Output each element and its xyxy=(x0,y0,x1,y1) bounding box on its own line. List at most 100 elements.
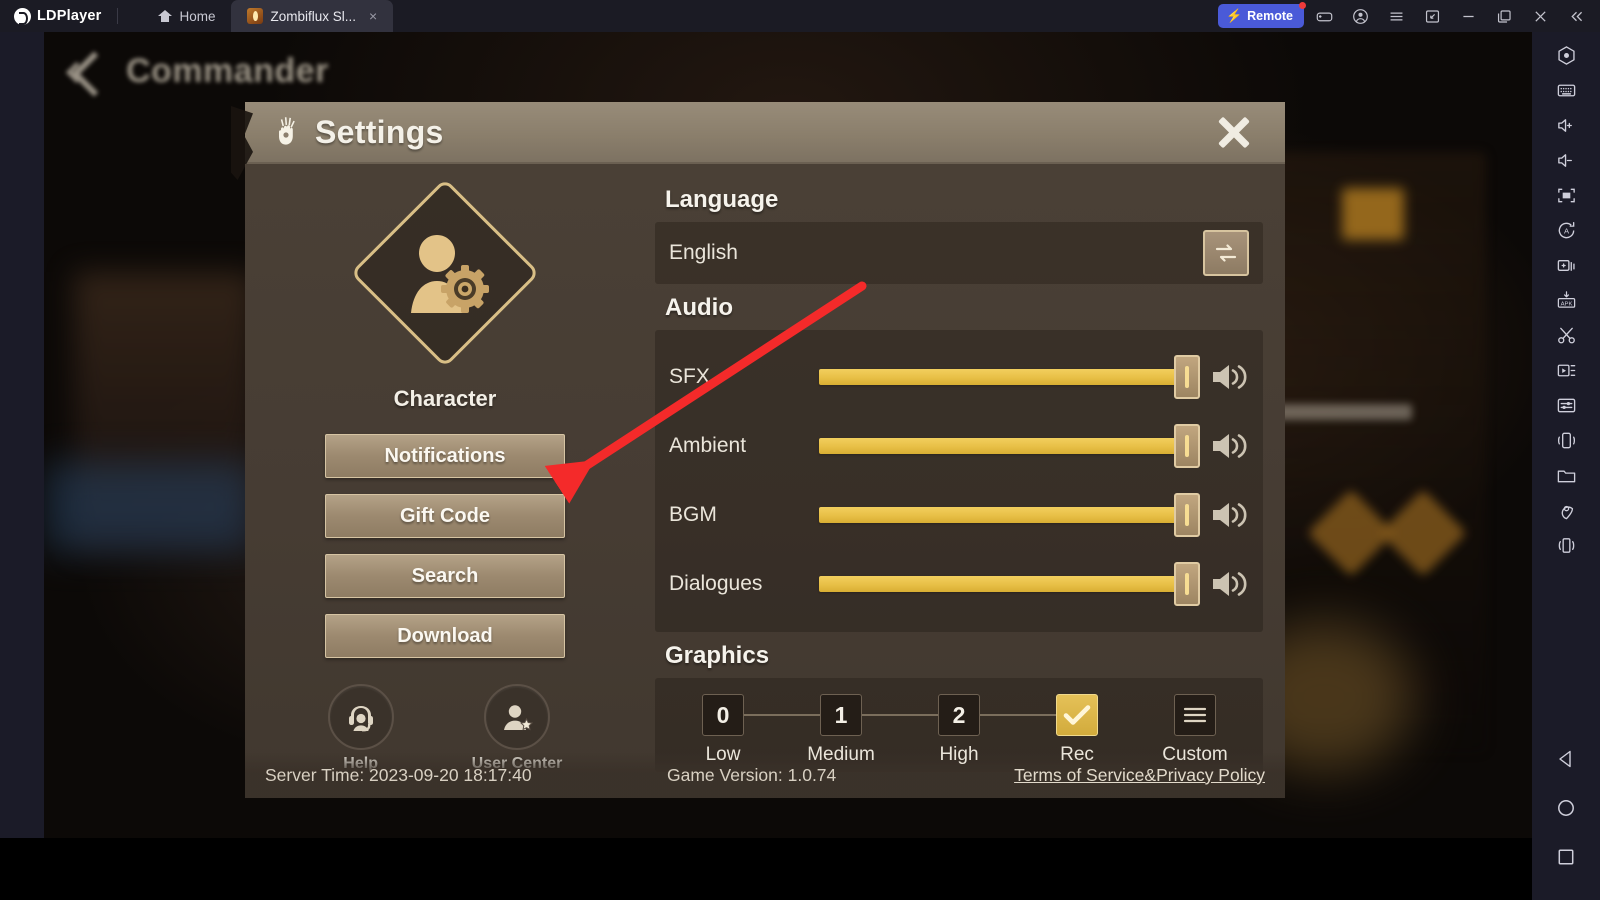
dialog-footer: Server Time: 2023-09-20 18:17:40 Game Ve… xyxy=(245,752,1285,798)
graphics-option-rec[interactable]: Rec xyxy=(1035,694,1119,766)
fullscreen-icon[interactable] xyxy=(1546,178,1586,213)
audio-row-bgm: BGM xyxy=(669,480,1249,549)
game-version: Game Version: 1.0.74 xyxy=(667,764,837,785)
ldplayer-logo-icon xyxy=(14,7,31,25)
graphics-option-label: Custom xyxy=(1162,744,1228,765)
swap-arrows-icon[interactable] xyxy=(1203,230,1249,276)
multi-instance-icon[interactable] xyxy=(1546,248,1586,283)
dialog-close-button[interactable] xyxy=(1213,111,1255,153)
settings-dialog: Settings Character Notifications Gift Co… xyxy=(245,102,1285,798)
graphics-option-label: Rec xyxy=(1060,744,1094,765)
tab-game[interactable]: Zombiflux Sl... × xyxy=(231,0,394,32)
bgm-label: BGM xyxy=(669,502,717,526)
language-row[interactable]: English xyxy=(669,222,1249,284)
background-blur-left-2 xyxy=(44,462,254,552)
tab-close-icon[interactable]: × xyxy=(369,9,377,23)
shake-icon[interactable] xyxy=(1546,423,1586,458)
character-block[interactable]: Character xyxy=(245,178,645,412)
graphics-connector-line xyxy=(709,714,1087,716)
volume-down-icon[interactable] xyxy=(1546,143,1586,178)
sfx-slider[interactable] xyxy=(819,354,1200,399)
character-gear-icon xyxy=(350,178,540,368)
brand-divider xyxy=(117,8,119,24)
android-nav-buttons xyxy=(1546,741,1586,900)
screenshot-icon[interactable] xyxy=(1416,0,1448,32)
graphics-level-box: 1 xyxy=(820,694,862,736)
auto-rotate-icon[interactable]: A xyxy=(1546,213,1586,248)
dialogues-label: Dialogues xyxy=(669,571,763,595)
character-label: Character xyxy=(393,386,497,411)
graphics-level-box: 0 xyxy=(702,694,744,736)
game-viewport: Commander Settings Character Notificatio… xyxy=(44,32,1532,838)
slider-thumb[interactable] xyxy=(1174,354,1200,399)
close-icon[interactable] xyxy=(1524,0,1556,32)
speaker-on-icon[interactable] xyxy=(1209,360,1249,394)
headset-support-icon xyxy=(327,684,394,750)
scissors-icon[interactable] xyxy=(1546,318,1586,353)
background-gold-card xyxy=(1342,188,1404,240)
sfx-label: SFX xyxy=(669,364,710,388)
folder-icon[interactable] xyxy=(1546,458,1586,493)
check-icon xyxy=(1056,694,1098,736)
graphics-option-label: Medium xyxy=(807,744,875,765)
download-button[interactable]: Download xyxy=(325,614,565,658)
location-icon[interactable] xyxy=(1546,493,1586,528)
record-icon[interactable] xyxy=(1546,38,1586,73)
svg-text:APK: APK xyxy=(1560,301,1572,307)
minimize-icon[interactable] xyxy=(1452,0,1484,32)
graphics-option-low[interactable]: 0 Low xyxy=(681,694,765,766)
slider-thumb[interactable] xyxy=(1174,423,1200,468)
menu-icon[interactable] xyxy=(1380,0,1412,32)
gift-code-button[interactable]: Gift Code xyxy=(325,494,565,538)
svg-text:A: A xyxy=(1563,227,1569,236)
maximize-icon[interactable] xyxy=(1488,0,1520,32)
remote-button[interactable]: ⚡ Remote xyxy=(1217,2,1306,28)
game-favicon xyxy=(247,8,264,24)
dialogues-slider[interactable] xyxy=(819,561,1200,606)
app-root: LDPlayer Home Zombiflux Sl... × ⚡ Remote xyxy=(0,0,1600,900)
rotate-screen-icon[interactable] xyxy=(1546,528,1586,563)
graphics-option-custom[interactable]: Custom xyxy=(1153,694,1237,766)
hand-print-icon xyxy=(273,115,303,149)
commander-title: Commander xyxy=(126,52,329,90)
speaker-on-icon[interactable] xyxy=(1209,429,1249,463)
audio-row-sfx: SFX xyxy=(669,342,1249,411)
slider-fill xyxy=(819,506,1187,523)
recents-icon[interactable] xyxy=(1546,839,1586,874)
speaker-on-icon[interactable] xyxy=(1209,498,1249,532)
home-icon[interactable] xyxy=(1546,790,1586,825)
keyboard-icon[interactable] xyxy=(1546,73,1586,108)
ambient-slider[interactable] xyxy=(819,423,1200,468)
video-icon[interactable] xyxy=(1546,353,1586,388)
commander-header: Commander xyxy=(68,52,329,91)
settings-sliders-icon[interactable] xyxy=(1546,388,1586,423)
volume-up-icon[interactable] xyxy=(1546,108,1586,143)
install-apk-icon[interactable]: APK xyxy=(1546,283,1586,318)
gamepad-icon[interactable] xyxy=(1308,0,1340,32)
tab-home-label: Home xyxy=(179,8,216,24)
titlebar-actions: ⚡ Remote xyxy=(1217,0,1600,32)
graphics-level-box: 2 xyxy=(938,694,980,736)
account-icon[interactable] xyxy=(1344,0,1376,32)
terms-privacy-link[interactable]: Terms of Service&Privacy Policy xyxy=(1014,765,1265,786)
collapse-icon[interactable] xyxy=(1560,0,1592,32)
tab-bar: Home Zombiflux Sl... × xyxy=(142,0,394,32)
notifications-button[interactable]: Notifications xyxy=(325,434,565,478)
slider-thumb[interactable] xyxy=(1174,492,1200,537)
server-time: Server Time: 2023-09-20 18:17:40 xyxy=(265,764,532,785)
graphics-option-medium[interactable]: 1 Medium xyxy=(799,694,883,766)
graphics-option-high[interactable]: 2 High xyxy=(917,694,1001,766)
audio-row-ambient: Ambient xyxy=(669,411,1249,480)
dialog-header: Settings xyxy=(245,102,1285,164)
tab-home[interactable]: Home xyxy=(142,0,231,32)
tab-game-label: Zombiflux Sl... xyxy=(270,8,357,24)
speaker-on-icon[interactable] xyxy=(1209,567,1249,601)
slider-thumb[interactable] xyxy=(1174,561,1200,606)
bgm-slider[interactable] xyxy=(819,492,1200,537)
back-icon[interactable] xyxy=(1546,741,1586,776)
search-button[interactable]: Search xyxy=(325,554,565,598)
slider-fill xyxy=(819,368,1187,385)
dialog-body: Character Notifications Gift Code Search… xyxy=(245,164,1285,798)
bolt-icon: ⚡ xyxy=(1225,8,1243,23)
audio-panel: SFX Ambient BGM Dialogues xyxy=(655,330,1263,632)
